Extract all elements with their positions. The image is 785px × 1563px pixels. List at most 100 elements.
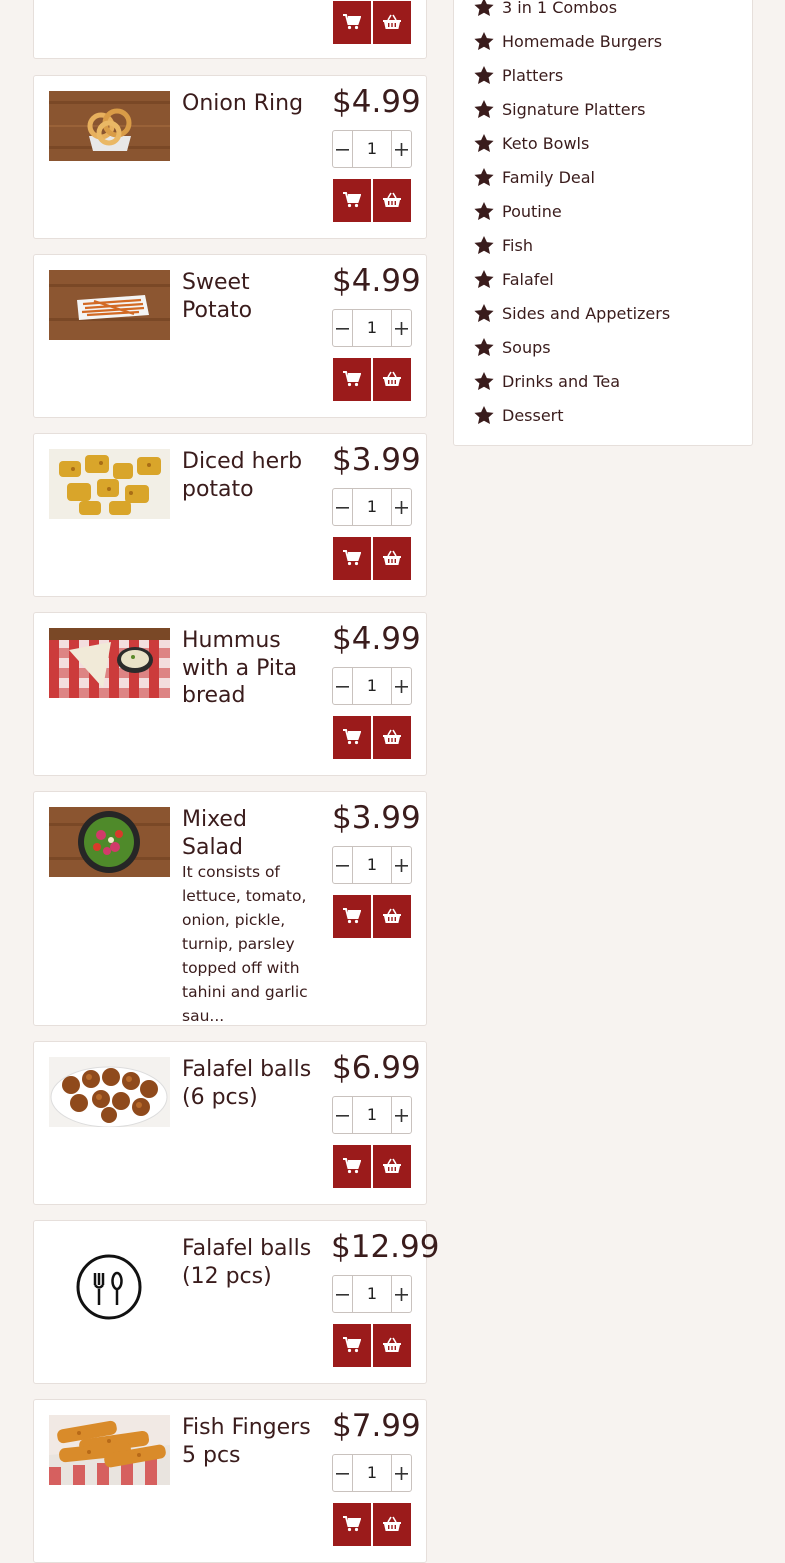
add-to-cart-button[interactable] <box>333 1145 371 1188</box>
menu-item-card: Diced herb potato $3.99 1 <box>33 433 427 597</box>
item-image[interactable] <box>49 807 170 877</box>
basket-icon <box>383 729 401 744</box>
menu-item-card: Onion Ring $4.99 1 <box>33 75 427 239</box>
increment-button[interactable] <box>391 488 412 526</box>
decrement-button[interactable] <box>332 1275 353 1313</box>
buy-now-button[interactable] <box>373 358 411 401</box>
quantity-input[interactable]: 1 <box>353 488 391 526</box>
quantity-input[interactable]: 1 <box>353 130 391 168</box>
add-to-cart-button[interactable] <box>333 716 371 759</box>
add-to-cart-button[interactable] <box>333 179 371 222</box>
decrement-button[interactable] <box>332 309 353 347</box>
category-link[interactable]: Signature Platters <box>474 97 645 121</box>
category-link[interactable]: Dessert <box>474 403 564 427</box>
item-name[interactable]: Diced herb potato <box>182 448 314 503</box>
utensils-placeholder-icon <box>49 1233 170 1341</box>
increment-button[interactable] <box>391 846 412 884</box>
buy-now-button[interactable] <box>373 716 411 759</box>
category-link[interactable]: Falafel <box>474 267 554 291</box>
category-link[interactable]: Family Deal <box>474 165 595 189</box>
buy-now-button[interactable] <box>373 1324 411 1367</box>
item-name[interactable]: Sweet Potato <box>182 269 314 324</box>
increment-button[interactable] <box>391 1275 412 1313</box>
category-label: Poutine <box>502 201 562 221</box>
decrement-button[interactable] <box>332 846 353 884</box>
quantity-stepper: 1 <box>332 667 412 705</box>
category-link[interactable]: Fish <box>474 233 533 257</box>
decrement-button[interactable] <box>332 130 353 168</box>
quantity-stepper: 1 <box>332 309 412 347</box>
add-to-cart-button[interactable] <box>333 895 371 938</box>
item-name[interactable]: Onion Ring <box>182 90 314 118</box>
star-icon <box>474 31 494 50</box>
basket-icon <box>383 1516 401 1531</box>
increment-button[interactable] <box>391 309 412 347</box>
quantity-stepper: 1 <box>332 1275 412 1313</box>
quantity-input[interactable]: 1 <box>353 309 391 347</box>
item-price: $12.99 <box>331 1229 440 1265</box>
buy-now-button[interactable] <box>373 537 411 580</box>
star-icon <box>474 65 494 84</box>
item-name[interactable]: Mixed Salad <box>182 806 314 861</box>
basket-icon <box>383 192 401 207</box>
menu-item-card: Hummus with a Pita bread $4.99 1 <box>33 612 427 776</box>
increment-button[interactable] <box>391 1454 412 1492</box>
category-link[interactable]: 3 in 1 Combos <box>474 0 617 19</box>
star-icon <box>474 99 494 118</box>
add-to-cart-button[interactable] <box>333 1 371 44</box>
buy-now-button[interactable] <box>373 179 411 222</box>
item-name[interactable]: Falafel balls (12 pcs) <box>182 1235 314 1290</box>
cart-icon <box>343 908 361 924</box>
category-link[interactable]: Homemade Burgers <box>474 29 662 53</box>
category-label: Drinks and Tea <box>502 371 621 391</box>
decrement-button[interactable] <box>332 1096 353 1134</box>
item-image[interactable] <box>49 91 170 161</box>
item-image[interactable] <box>49 449 170 519</box>
category-link[interactable]: Sides and Appetizers <box>474 301 670 325</box>
buy-now-button[interactable] <box>373 1145 411 1188</box>
star-icon <box>474 167 494 186</box>
increment-button[interactable] <box>391 1096 412 1134</box>
star-icon <box>474 201 494 220</box>
category-label: Fish <box>502 235 533 255</box>
category-link[interactable]: Drinks and Tea <box>474 369 620 393</box>
add-to-cart-button[interactable] <box>333 1324 371 1367</box>
item-actions <box>333 716 412 759</box>
plus-icon <box>395 859 408 872</box>
item-name[interactable]: Falafel balls (6 pcs) <box>182 1056 314 1111</box>
category-link[interactable]: Platters <box>474 63 563 87</box>
decrement-button[interactable] <box>332 1454 353 1492</box>
item-price: $4.99 <box>332 84 421 120</box>
item-name[interactable]: Hummus with a Pita bread <box>182 627 314 710</box>
item-image[interactable] <box>49 270 170 340</box>
buy-now-button[interactable] <box>373 895 411 938</box>
category-label: Signature Platters <box>502 99 646 119</box>
cart-icon <box>343 1337 361 1353</box>
increment-button[interactable] <box>391 130 412 168</box>
item-image[interactable] <box>49 1233 170 1341</box>
star-icon <box>474 371 494 390</box>
item-image[interactable] <box>49 628 170 698</box>
category-label: Sides and Appetizers <box>502 303 671 323</box>
category-link[interactable]: Poutine <box>474 199 562 223</box>
category-link[interactable]: Keto Bowls <box>474 131 589 155</box>
quantity-input[interactable]: 1 <box>353 1454 391 1492</box>
decrement-button[interactable] <box>332 667 353 705</box>
quantity-input[interactable]: 1 <box>353 846 391 884</box>
buy-now-button[interactable] <box>373 1 411 44</box>
item-name[interactable]: Fish Fingers 5 pcs <box>182 1414 314 1469</box>
increment-button[interactable] <box>391 667 412 705</box>
item-image[interactable] <box>49 1415 170 1485</box>
item-price: $3.99 <box>332 800 421 836</box>
item-image[interactable] <box>49 1057 170 1127</box>
add-to-cart-button[interactable] <box>333 537 371 580</box>
decrement-button[interactable] <box>332 488 353 526</box>
add-to-cart-button[interactable] <box>333 358 371 401</box>
category-link[interactable]: Soups <box>474 335 551 359</box>
quantity-input[interactable]: 1 <box>353 667 391 705</box>
basket-icon <box>383 908 401 923</box>
quantity-input[interactable]: 1 <box>353 1096 391 1134</box>
quantity-input[interactable]: 1 <box>353 1275 391 1313</box>
item-actions <box>333 1 412 44</box>
quantity-stepper: 1 <box>332 1454 412 1492</box>
